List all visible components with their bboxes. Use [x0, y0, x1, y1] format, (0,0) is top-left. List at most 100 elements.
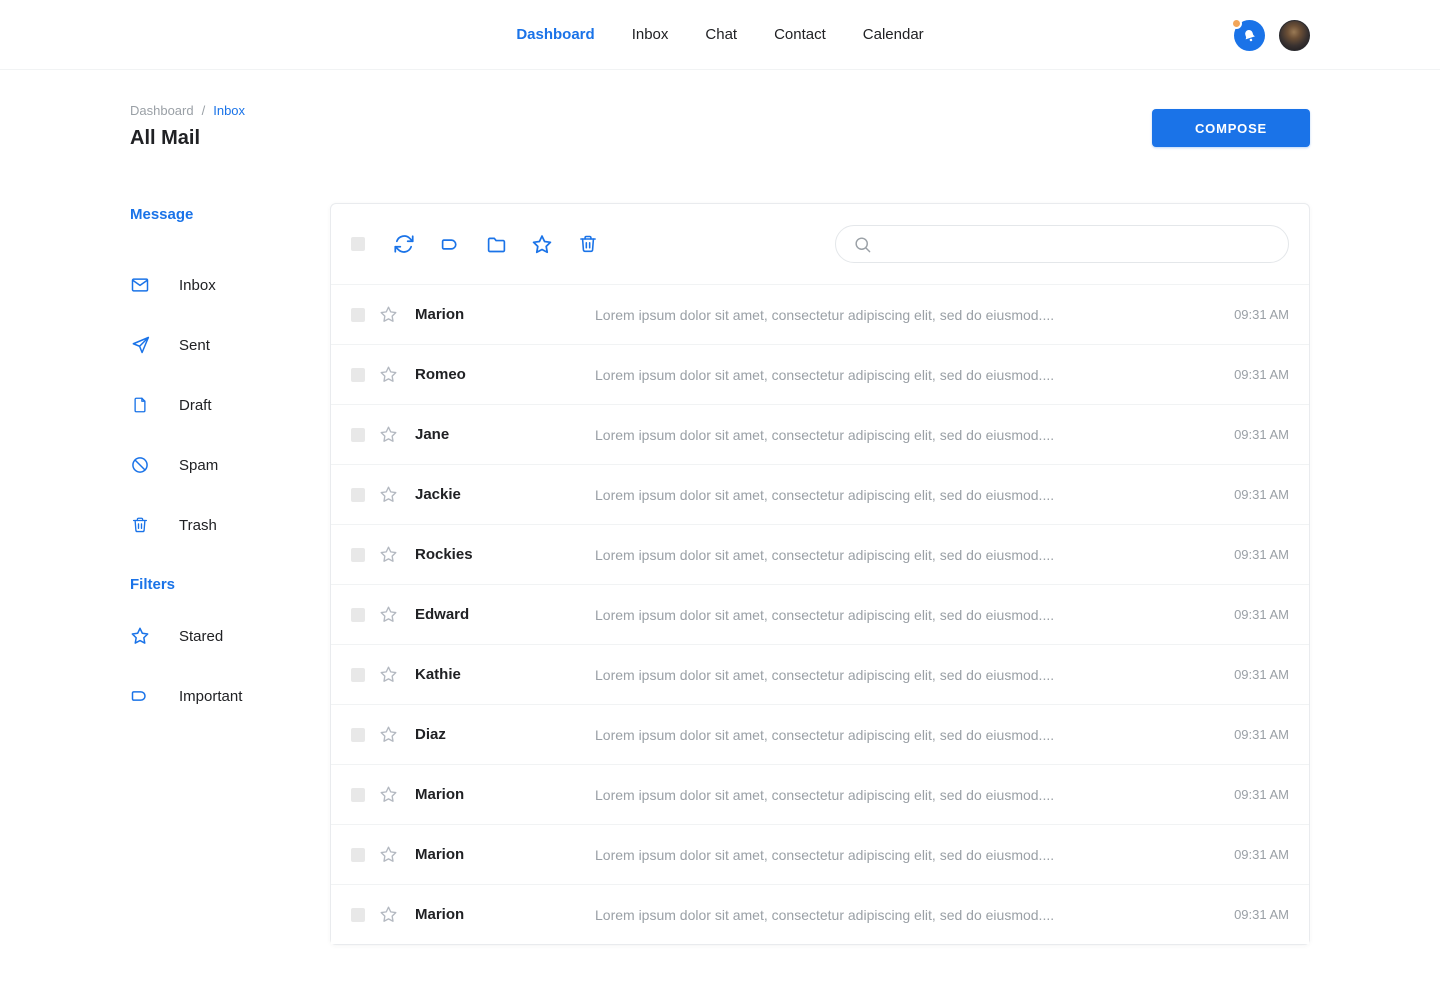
message-time: 09:31 AM: [1234, 307, 1289, 322]
sidebar-item-spam[interactable]: Spam: [130, 435, 330, 495]
nav-item-chat[interactable]: Chat: [703, 22, 739, 47]
row-checkbox[interactable]: [351, 428, 365, 442]
user-avatar[interactable]: [1279, 20, 1310, 51]
row-star-icon[interactable]: [378, 725, 398, 745]
mail-row[interactable]: Romeo Lorem ipsum dolor sit amet, consec…: [331, 344, 1309, 404]
row-star-icon[interactable]: [378, 365, 398, 385]
sender-name: Marion: [415, 906, 595, 923]
row-checkbox[interactable]: [351, 668, 365, 682]
mail-row[interactable]: Marion Lorem ipsum dolor sit amet, conse…: [331, 284, 1309, 344]
message-time: 09:31 AM: [1234, 547, 1289, 562]
sidebar-item-label: Draft: [179, 397, 212, 414]
mail-row[interactable]: Jackie Lorem ipsum dolor sit amet, conse…: [331, 464, 1309, 524]
sidebar-item-label: Spam: [179, 457, 218, 474]
sidebar-item-label: Trash: [179, 517, 217, 534]
message-time: 09:31 AM: [1234, 667, 1289, 682]
star-icon: [130, 626, 150, 646]
label-icon: [130, 686, 150, 706]
blocked-icon: [130, 455, 150, 475]
sidebar-message-items: Inbox Sent Draft: [130, 255, 330, 555]
sidebar-item-label: Sent: [179, 337, 210, 354]
top-navigation-bar: Dashboard Inbox Chat Contact Calendar: [0, 0, 1440, 70]
sender-name: Marion: [415, 306, 595, 323]
message-time: 09:31 AM: [1234, 487, 1289, 502]
sender-name: Jane: [415, 426, 595, 443]
compose-button[interactable]: COMPOSE: [1152, 109, 1310, 147]
row-checkbox[interactable]: [351, 728, 365, 742]
sidebar-item-inbox[interactable]: Inbox: [130, 255, 330, 315]
sidebar-item-draft[interactable]: Draft: [130, 375, 330, 435]
folder-icon[interactable]: [485, 233, 507, 255]
row-star-icon[interactable]: [378, 905, 398, 925]
sidebar-item-sent[interactable]: Sent: [130, 315, 330, 375]
select-all-checkbox[interactable]: [351, 237, 365, 251]
sidebar-item-stared[interactable]: Stared: [130, 606, 330, 666]
nav-item-contact[interactable]: Contact: [772, 22, 828, 47]
notifications-button[interactable]: [1234, 20, 1265, 51]
message-time: 09:31 AM: [1234, 427, 1289, 442]
sidebar-section-filters-title: Filters: [130, 575, 330, 595]
mail-row[interactable]: Marion Lorem ipsum dolor sit amet, conse…: [331, 764, 1309, 824]
row-star-icon[interactable]: [378, 305, 398, 325]
row-checkbox[interactable]: [351, 308, 365, 322]
message-time: 09:31 AM: [1234, 907, 1289, 922]
mail-row[interactable]: Marion Lorem ipsum dolor sit amet, conse…: [331, 884, 1309, 944]
envelope-icon: [130, 275, 150, 295]
refresh-icon[interactable]: [393, 233, 415, 255]
message-time: 09:31 AM: [1234, 607, 1289, 622]
page-title: All Mail: [130, 127, 245, 150]
sender-name: Diaz: [415, 726, 595, 743]
mail-row[interactable]: Edward Lorem ipsum dolor sit amet, conse…: [331, 584, 1309, 644]
row-checkbox[interactable]: [351, 548, 365, 562]
row-checkbox[interactable]: [351, 488, 365, 502]
row-star-icon[interactable]: [378, 785, 398, 805]
search-box[interactable]: [835, 225, 1289, 263]
nav-item-dashboard[interactable]: Dashboard: [514, 22, 596, 47]
sidebar-item-label: Stared: [179, 628, 223, 645]
breadcrumb-inbox[interactable]: Inbox: [213, 103, 245, 118]
row-star-icon[interactable]: [378, 485, 398, 505]
sidebar-item-label: Important: [179, 688, 242, 705]
mail-row[interactable]: Diaz Lorem ipsum dolor sit amet, consect…: [331, 704, 1309, 764]
nav-item-calendar[interactable]: Calendar: [861, 22, 926, 47]
search-input[interactable]: [882, 236, 1274, 252]
row-star-icon[interactable]: [378, 665, 398, 685]
row-checkbox[interactable]: [351, 608, 365, 622]
sidebar-filter-items: Stared Important: [130, 606, 330, 726]
breadcrumb-dashboard[interactable]: Dashboard: [130, 103, 194, 118]
message-preview: Lorem ipsum dolor sit amet, consectetur …: [595, 427, 1214, 443]
star-icon[interactable]: [531, 233, 553, 255]
row-checkbox[interactable]: [351, 368, 365, 382]
nav-item-inbox[interactable]: Inbox: [630, 22, 671, 47]
message-time: 09:31 AM: [1234, 787, 1289, 802]
mail-row[interactable]: Kathie Lorem ipsum dolor sit amet, conse…: [331, 644, 1309, 704]
document-icon: [130, 395, 150, 415]
row-checkbox[interactable]: [351, 788, 365, 802]
trash-icon[interactable]: [577, 233, 599, 255]
sender-name: Kathie: [415, 666, 595, 683]
row-checkbox[interactable]: [351, 908, 365, 922]
sidebar-item-trash[interactable]: Trash: [130, 495, 330, 555]
page-header: Dashboard / Inbox All Mail COMPOSE: [130, 103, 1310, 150]
mail-row[interactable]: Jane Lorem ipsum dolor sit amet, consect…: [331, 404, 1309, 464]
notification-dot: [1231, 18, 1242, 29]
message-preview: Lorem ipsum dolor sit amet, consectetur …: [595, 487, 1214, 503]
row-star-icon[interactable]: [378, 425, 398, 445]
row-checkbox[interactable]: [351, 848, 365, 862]
row-star-icon[interactable]: [378, 845, 398, 865]
mail-row[interactable]: Marion Lorem ipsum dolor sit amet, conse…: [331, 824, 1309, 884]
main-nav: Dashboard Inbox Chat Contact Calendar: [514, 22, 925, 47]
label-icon[interactable]: [439, 233, 461, 255]
trash-icon: [130, 515, 150, 535]
breadcrumb: Dashboard / Inbox: [130, 103, 245, 118]
message-preview: Lorem ipsum dolor sit amet, consectetur …: [595, 547, 1214, 563]
message-preview: Lorem ipsum dolor sit amet, consectetur …: [595, 847, 1214, 863]
message-time: 09:31 AM: [1234, 727, 1289, 742]
sidebar-section-message-title: Message: [130, 205, 330, 225]
row-star-icon[interactable]: [378, 545, 398, 565]
mail-list-card: Marion Lorem ipsum dolor sit amet, conse…: [330, 203, 1310, 945]
row-star-icon[interactable]: [378, 605, 398, 625]
sender-name: Edward: [415, 606, 595, 623]
sidebar-item-important[interactable]: Important: [130, 666, 330, 726]
mail-row[interactable]: Rockies Lorem ipsum dolor sit amet, cons…: [331, 524, 1309, 584]
